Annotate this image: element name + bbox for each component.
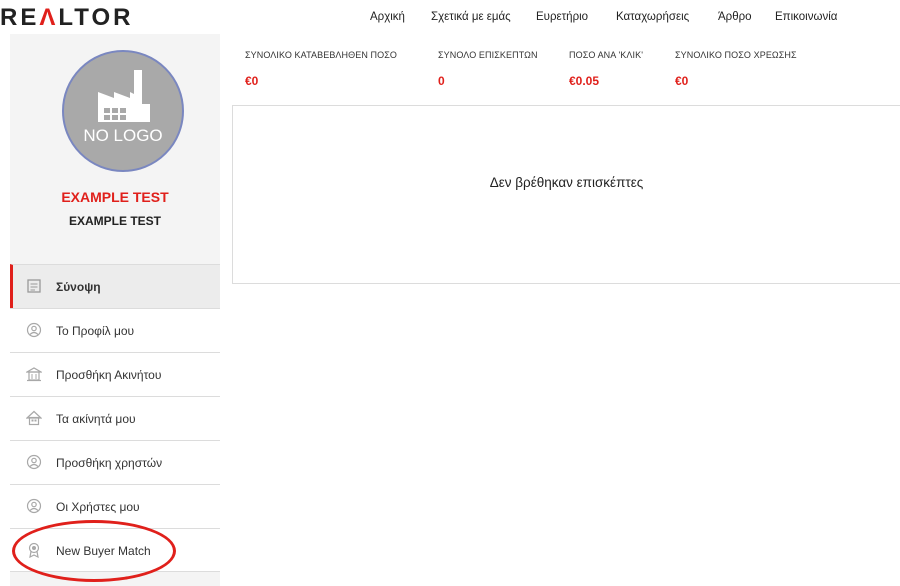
stats-bar: ΣΥΝΟΛΙΚΟ ΚΑΤΑΒΕΒΛΗΘΕΝ ΠΟΣΟ €0 ΣΥΝΟΛΟ ΕΠΙ… [232,40,900,106]
sidebar-item-label: Σύνοψη [56,280,101,294]
sidebar-item-summary[interactable]: Σύνοψη [10,264,220,308]
stat-total-charge: ΣΥΝΟΛΙΚΟ ΠΟΣΟ ΧΡΕΩΣΗΣ €0 [675,50,797,88]
sidebar-item-label: Προσθήκη Ακινήτου [56,368,162,382]
nav-article[interactable]: Άρθρο [718,11,752,23]
building-icon [26,367,42,382]
company-name: EXAMPLE TEST [61,189,169,205]
stat-total-paid: ΣΥΝΟΛΙΚΟ ΚΑΤΑΒΕΒΛΗΘΕΝ ΠΟΣΟ €0 [245,50,397,88]
stat-title: ΣΥΝΟΛΙΚΟ ΚΑΤΑΒΕΒΛΗΘΕΝ ΠΟΣΟ [245,50,398,60]
sidebar-menu: Σύνοψη Το Προφίλ μου Προσθήκη Ακινήτου Τ… [10,264,220,572]
stat-title: ΠΟΣΟ ΑΝΑ 'ΚΛΙΚ' [569,50,644,60]
user-icon [26,498,42,514]
company-logo-placeholder: NO LOGO [62,50,184,172]
user-icon [26,322,42,338]
sidebar-item-label: Το Προφίλ μου [56,324,135,338]
nav-listings[interactable]: Καταχωρήσεις [616,11,689,23]
stat-cost-per-click: ΠΟΣΟ ΑΝΑ 'ΚΛΙΚ' €0.05 [569,50,643,88]
nav-directory[interactable]: Ευρετήριο [536,11,588,23]
stat-title: ΣΥΝΟΛΟ ΕΠΙΣΚΕΠΤΩΝ [438,50,538,60]
sidebar-item-label: Προσθήκη χρηστών [56,456,163,470]
brand-logo[interactable]: REΛLTOR [0,4,133,32]
visitors-panel: Δεν βρέθηκαν επισκέπτες [232,106,900,284]
factory-icon [98,70,150,122]
user-icon [26,454,42,470]
sidebar-item-add-users[interactable]: Προσθήκη χρηστών [10,440,220,484]
summary-icon [27,279,41,293]
top-header: REΛLTOR Αρχική Σχετικά με εμάς Ευρετήριο… [0,0,900,36]
sidebar-item-label: New Buyer Match [56,544,151,558]
nav-home[interactable]: Αρχική [370,11,405,23]
sidebar-item-add-property[interactable]: Προσθήκη Ακινήτου [10,352,220,396]
stat-value: 0 [438,74,445,88]
house-icon [26,410,42,426]
no-logo-label: NO LOGO [83,126,163,145]
sidebar-item-my-properties[interactable]: Τα ακίνητά μου [10,396,220,440]
sidebar-item-my-profile[interactable]: Το Προφίλ μου [10,308,220,352]
empty-state-message: Δεν βρέθηκαν επισκέπτες [489,175,644,190]
nav-contact[interactable]: Επικοινωνία [775,11,837,23]
stat-title: ΣΥΝΟΛΙΚΟ ΠΟΣΟ ΧΡΕΩΣΗΣ [675,50,797,60]
sidebar-item-new-buyer-match[interactable]: New Buyer Match [10,528,220,572]
stat-total-visitors: ΣΥΝΟΛΟ ΕΠΙΣΚΕΠΤΩΝ 0 [438,50,538,88]
company-subname: EXAMPLE TEST [68,214,161,228]
nav-about[interactable]: Σχετικά με εμάς [431,11,511,23]
stat-value: €0 [245,74,259,88]
sidebar-item-label: Τα ακίνητά μου [56,412,136,426]
award-icon [28,542,40,558]
stat-value: €0 [675,74,689,88]
stat-value: €0.05 [569,74,600,88]
sidebar-item-label: Οι Χρήστες μου [56,500,140,514]
sidebar-item-my-users[interactable]: Οι Χρήστες μου [10,484,220,528]
